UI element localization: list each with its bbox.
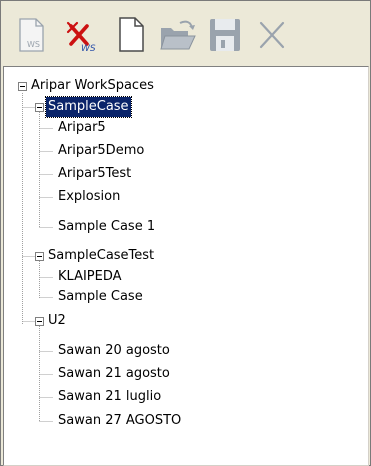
- tree-node-samplecase[interactable]: SampleCase: [45, 96, 132, 118]
- workspace-window: WS WS Aripar WorkSpaces SampleCase Aripa…: [0, 0, 371, 466]
- new-case-button[interactable]: [108, 14, 152, 56]
- workspace-tree[interactable]: Aripar WorkSpaces SampleCase Aripar5 Ari…: [3, 66, 369, 466]
- tree-leaf[interactable]: KLAIPEDA: [56, 267, 124, 287]
- new-workspace-button[interactable]: WS: [10, 14, 54, 56]
- open-button[interactable]: [155, 14, 199, 56]
- delete-ws-text: WS: [81, 44, 96, 54]
- ws-document-icon: WS: [19, 18, 44, 52]
- toolbar: WS WS: [2, 2, 369, 64]
- tree-root[interactable]: Aripar WorkSpaces: [29, 76, 156, 96]
- new-ws-text: WS: [27, 40, 40, 49]
- open-folder-icon: [160, 20, 196, 50]
- close-x-icon: [259, 21, 285, 49]
- u2-collapse-toggle[interactable]: [35, 317, 44, 326]
- tree-leaf[interactable]: Sawan 20 agosto: [56, 341, 172, 361]
- root-collapse-toggle[interactable]: [18, 82, 27, 91]
- tree-node-u2[interactable]: U2: [46, 311, 68, 331]
- close-button[interactable]: [249, 14, 293, 56]
- delete-ws-icon: WS: [66, 21, 96, 54]
- samplecasetest-collapse-toggle[interactable]: [35, 252, 44, 261]
- tree-leaf[interactable]: Sample Case: [56, 287, 145, 307]
- tree-leaf[interactable]: Sawan 21 agosto: [56, 364, 172, 384]
- delete-workspace-button[interactable]: WS: [57, 14, 101, 56]
- tree-node-samplecasetest[interactable]: SampleCaseTest: [46, 246, 156, 266]
- tree-leaf[interactable]: Aripar5Test: [56, 164, 133, 184]
- tree-leaf[interactable]: Aripar5Demo: [56, 141, 146, 161]
- tree-leaf[interactable]: Sawan 21 luglio: [56, 387, 163, 407]
- tree-leaf[interactable]: Sample Case 1: [56, 217, 157, 237]
- samplecase-collapse-toggle[interactable]: [35, 103, 44, 112]
- floppy-disk-icon: [210, 19, 240, 51]
- save-button[interactable]: [202, 14, 246, 56]
- tree-leaf[interactable]: Explosion: [56, 187, 122, 207]
- new-document-icon: [119, 17, 144, 52]
- tree-leaf[interactable]: Aripar5: [56, 118, 108, 138]
- tree-leaf[interactable]: Sawan 27 AGOSTO: [56, 411, 183, 431]
